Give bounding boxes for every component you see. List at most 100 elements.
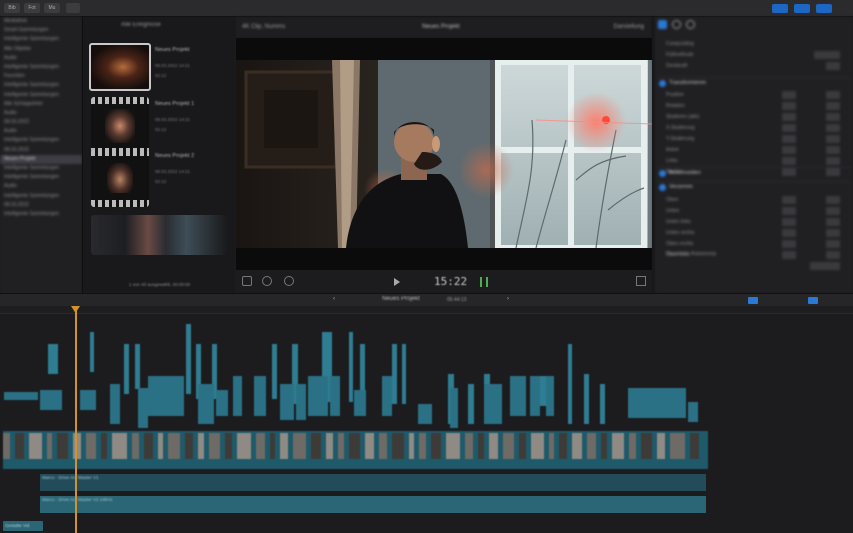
library-item[interactable]: 08.03.2022	[0, 146, 82, 155]
storyline-thumbnail[interactable]	[185, 433, 193, 459]
library-item[interactable]: Favoriten	[0, 72, 82, 81]
clip-item[interactable]: Neues Projekt 2 08.03.2022 14:21 02:12	[91, 149, 233, 211]
storyline-thumbnail[interactable]	[531, 433, 544, 459]
inspector-field[interactable]: Links	[666, 156, 846, 166]
inspector-field[interactable]: Unten rechts	[666, 228, 846, 238]
inspector-field-value[interactable]	[826, 207, 840, 215]
connected-clip[interactable]	[80, 390, 96, 410]
connected-clip[interactable]	[138, 388, 148, 428]
clip-thumbnail[interactable]	[91, 215, 227, 255]
storyline-thumbnail[interactable]	[280, 433, 288, 459]
storyline-thumbnail[interactable]	[47, 433, 52, 459]
connected-clip[interactable]	[254, 376, 266, 416]
inspector-field-value[interactable]	[826, 218, 840, 226]
connected-clip[interactable]	[280, 384, 294, 420]
playhead[interactable]	[75, 306, 77, 533]
storyline-thumbnail[interactable]	[112, 433, 127, 459]
music-button[interactable]: Mu	[44, 3, 60, 13]
storyline-thumbnail[interactable]	[690, 433, 699, 459]
timeline[interactable]: Marco - Drive Arc Master V1 Marco - Driv…	[0, 314, 853, 533]
storyline-thumbnail[interactable]	[86, 433, 96, 459]
library-item[interactable]: Intelligente Sammlungen	[0, 136, 82, 145]
library-item[interactable]: Intelligente Sammlungen	[0, 210, 82, 219]
audio-clip[interactable]: Marco - Drive Arc Master V1	[40, 474, 706, 491]
inspector-field-value[interactable]	[826, 146, 840, 154]
clip-item[interactable]: Neues Projekt 08.03.2022 14:21 02:12	[89, 43, 231, 93]
video-inspector-icon[interactable]	[658, 20, 667, 29]
inspector-row[interactable]	[666, 261, 846, 271]
connected-clip[interactable]	[186, 324, 191, 394]
connected-clip[interactable]	[90, 332, 94, 372]
library-item[interactable]: Intelligente Sammlungen	[0, 91, 82, 100]
inspector-section-crop[interactable]: Beschneiden	[657, 167, 851, 178]
inspector-field-value[interactable]	[826, 229, 840, 237]
connected-clip[interactable]	[510, 376, 526, 416]
inspector-field-value[interactable]	[826, 124, 840, 132]
timecode-display[interactable]: 15:22	[434, 275, 467, 288]
inspector-field-value[interactable]	[782, 113, 796, 121]
connected-clip[interactable]	[135, 344, 140, 389]
connected-clip[interactable]	[198, 384, 214, 424]
connected-clip[interactable]	[110, 384, 120, 424]
inspector-field-value[interactable]	[782, 135, 796, 143]
connected-clip[interactable]	[48, 344, 58, 374]
library-item[interactable]: Intelligente Sammlungen	[0, 173, 82, 182]
connected-clip[interactable]	[4, 392, 38, 400]
connected-clip[interactable]	[330, 376, 340, 416]
chevron-right-icon[interactable]: ›	[507, 296, 509, 302]
connected-clip[interactable]	[233, 376, 242, 416]
storyline-thumbnail[interactable]	[256, 433, 265, 459]
storyline-thumbnail[interactable]	[349, 433, 360, 459]
inspector-row[interactable]: Füllmethode	[666, 50, 846, 60]
info-inspector-icon[interactable]	[686, 20, 695, 29]
storyline-thumbnail[interactable]	[338, 433, 344, 459]
clip-thumbnail[interactable]	[91, 97, 149, 155]
storyline-thumbnail[interactable]	[57, 433, 68, 459]
storyline-thumbnail[interactable]	[29, 433, 42, 459]
storyline-thumbnail[interactable]	[489, 433, 498, 459]
storyline-thumbnail[interactable]	[379, 433, 387, 459]
inspector-section-distort[interactable]: Verzerren	[657, 181, 851, 192]
inspector-field-value[interactable]	[782, 91, 796, 99]
clip-thumbnail[interactable]	[91, 149, 149, 207]
storyline-thumbnail[interactable]	[132, 433, 139, 459]
storyline-thumbnail[interactable]	[559, 433, 567, 459]
inspector-field-value[interactable]	[782, 157, 796, 165]
library-item[interactable]: Smart-Sammlungen	[0, 26, 82, 35]
inspector-field[interactable]: Position	[666, 90, 846, 100]
inspector-field[interactable]: Oben rechts	[666, 239, 846, 249]
connected-clip[interactable]	[354, 390, 366, 416]
storyline-thumbnail[interactable]	[601, 433, 607, 459]
inspector-field-value[interactable]	[782, 102, 796, 110]
library-item[interactable]: Audio	[0, 182, 82, 191]
storyline-thumbnail[interactable]	[431, 433, 441, 459]
photos-button[interactable]: Fot	[24, 3, 40, 13]
import-button[interactable]	[66, 3, 80, 13]
clip-item[interactable]	[91, 215, 233, 263]
storyline-thumbnail[interactable]	[446, 433, 460, 459]
effects-browser-icon[interactable]	[808, 297, 818, 304]
inspector-field[interactable]: Y-Skalierung	[666, 134, 846, 144]
storyline-thumbnail[interactable]	[15, 433, 24, 459]
connected-clip[interactable]	[468, 384, 474, 424]
inspector-field[interactable]: Unten links	[666, 217, 846, 227]
timeline-title[interactable]: Neues Projekt	[382, 296, 420, 302]
inspector-field-value[interactable]	[826, 240, 840, 248]
connected-clip[interactable]	[392, 344, 397, 404]
library-item[interactable]: Mediathek	[0, 17, 82, 26]
connected-clip[interactable]	[296, 384, 306, 420]
connected-clip[interactable]	[530, 376, 540, 416]
connected-clip[interactable]	[418, 404, 432, 424]
connected-clip[interactable]	[382, 376, 392, 416]
inspector-field[interactable]: Skalieren (alle)	[666, 112, 846, 122]
viewer-zoom[interactable]: Darstellung	[614, 24, 644, 30]
storyline-thumbnail[interactable]	[465, 433, 473, 459]
storyline-thumbnail[interactable]	[612, 433, 624, 459]
connected-clip[interactable]	[484, 384, 502, 424]
storyline-thumbnail[interactable]	[144, 433, 153, 459]
connected-clip[interactable]	[600, 384, 605, 424]
connected-clip[interactable]	[124, 344, 129, 394]
inspector-field-value[interactable]	[826, 102, 840, 110]
connected-clip[interactable]	[568, 344, 572, 424]
storyline-thumbnail[interactable]	[270, 433, 275, 459]
